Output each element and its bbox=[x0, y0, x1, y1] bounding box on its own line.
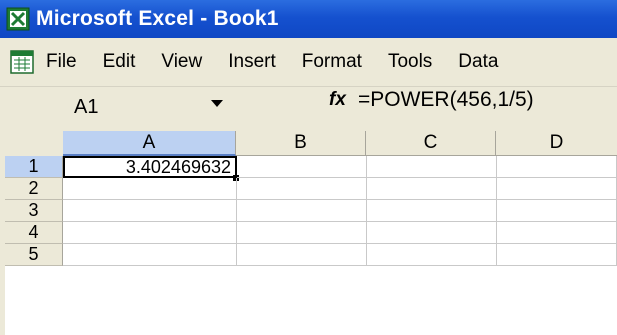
cell-a4[interactable] bbox=[63, 222, 237, 244]
workbook-icon[interactable] bbox=[10, 50, 34, 74]
cell-b3[interactable] bbox=[237, 200, 367, 222]
window-title: Microsoft Excel - Book1 bbox=[36, 7, 279, 30]
cell-c2[interactable] bbox=[367, 178, 497, 200]
menu-data[interactable]: Data bbox=[458, 51, 498, 73]
cell-a2[interactable] bbox=[63, 178, 237, 200]
select-all-corner[interactable] bbox=[5, 131, 64, 157]
row-header-2[interactable]: 2 bbox=[5, 178, 63, 200]
row-header-1[interactable]: 1 bbox=[5, 156, 63, 178]
chevron-down-icon[interactable] bbox=[211, 100, 223, 107]
column-header-a[interactable]: A bbox=[63, 131, 236, 156]
cell-d4[interactable] bbox=[497, 222, 617, 244]
formula-bar: A1 fx =POWER(456,1/5) bbox=[0, 87, 617, 127]
menu-file[interactable]: File bbox=[46, 51, 77, 73]
cell-b5[interactable] bbox=[237, 244, 367, 266]
column-header-b[interactable]: B bbox=[236, 131, 366, 156]
worksheet-grid: A B C D 1 2 3 4 5 3.402469632 bbox=[0, 131, 617, 335]
row-header-5[interactable]: 5 bbox=[5, 244, 63, 266]
name-box[interactable]: A1 bbox=[6, 91, 226, 123]
cell-c1[interactable] bbox=[367, 156, 497, 178]
cell-d5[interactable] bbox=[497, 244, 617, 266]
cell-b2[interactable] bbox=[237, 178, 367, 200]
cell-a5[interactable] bbox=[63, 244, 237, 266]
menu-format[interactable]: Format bbox=[302, 51, 362, 73]
column-header-c[interactable]: C bbox=[366, 131, 496, 156]
formula-input[interactable]: =POWER(456,1/5) bbox=[358, 88, 534, 112]
excel-icon bbox=[6, 7, 30, 31]
menu-edit[interactable]: Edit bbox=[103, 51, 136, 73]
row-header-4[interactable]: 4 bbox=[5, 222, 63, 244]
cell-c3[interactable] bbox=[367, 200, 497, 222]
cell-d3[interactable] bbox=[497, 200, 617, 222]
cell-b1[interactable] bbox=[237, 156, 367, 178]
row-header-3[interactable]: 3 bbox=[5, 200, 63, 222]
cell-c4[interactable] bbox=[367, 222, 497, 244]
column-header-d[interactable]: D bbox=[496, 131, 617, 156]
menu-tools[interactable]: Tools bbox=[388, 51, 432, 73]
title-bar[interactable]: Microsoft Excel - Book1 bbox=[0, 0, 617, 38]
excel-window: Microsoft Excel - Book1 File Edit View I… bbox=[0, 0, 617, 335]
menu-insert[interactable]: Insert bbox=[228, 51, 276, 73]
fx-button[interactable]: fx bbox=[329, 89, 346, 111]
cell-d2[interactable] bbox=[497, 178, 617, 200]
cell-b4[interactable] bbox=[237, 222, 367, 244]
name-box-value: A1 bbox=[74, 95, 99, 118]
cell-a3[interactable] bbox=[63, 200, 237, 222]
menu-view[interactable]: View bbox=[161, 51, 202, 73]
cell-c5[interactable] bbox=[367, 244, 497, 266]
cell-d1[interactable] bbox=[497, 156, 617, 178]
cell-a1[interactable]: 3.402469632 bbox=[63, 156, 237, 178]
menu-bar: File Edit View Insert Format Tools Data bbox=[0, 38, 617, 87]
